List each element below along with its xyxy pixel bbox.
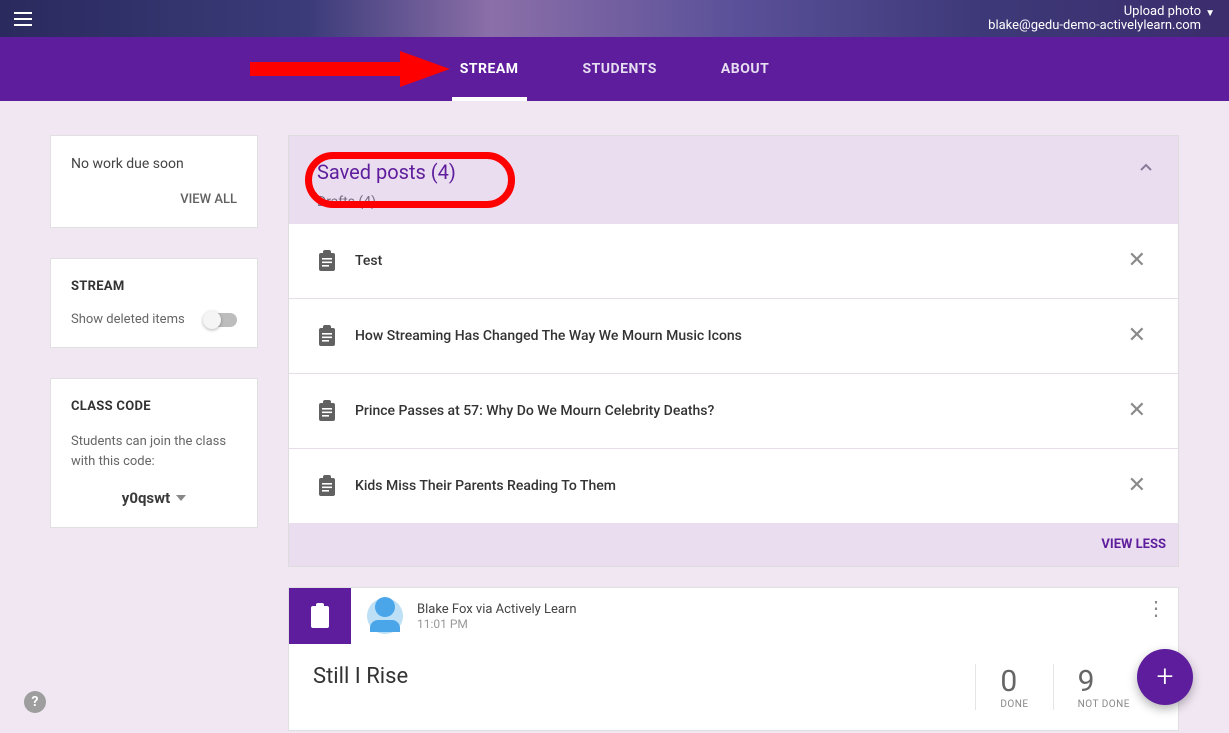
menu-icon[interactable] bbox=[14, 7, 38, 31]
view-all-button[interactable]: VIEW ALL bbox=[71, 192, 237, 207]
delete-draft-icon[interactable]: ✕ bbox=[1124, 396, 1150, 426]
view-less-button[interactable]: VIEW LESS bbox=[289, 523, 1178, 566]
help-icon[interactable]: ? bbox=[24, 691, 46, 713]
class-code-title: CLASS CODE bbox=[71, 399, 237, 414]
show-deleted-label: Show deleted items bbox=[71, 312, 185, 327]
account-area[interactable]: Upload photo blake@gedu-demo-activelylea… bbox=[988, 5, 1215, 33]
class-banner: Upload photo blake@gedu-demo-activelylea… bbox=[0, 0, 1229, 37]
notdone-count: 9 bbox=[1078, 664, 1130, 699]
done-count: 0 bbox=[1000, 664, 1028, 699]
upload-photo-link[interactable]: Upload photo bbox=[1124, 5, 1201, 19]
stream-settings-card: STREAM Show deleted items bbox=[50, 258, 258, 348]
collapse-icon[interactable] bbox=[1138, 160, 1154, 180]
account-dropdown-icon[interactable]: ▼ bbox=[1205, 7, 1215, 21]
no-work-text: No work due soon bbox=[71, 156, 237, 172]
tab-students[interactable]: STUDENTS bbox=[575, 37, 665, 101]
stream-settings-title: STREAM bbox=[71, 279, 237, 294]
sidebar: No work due soon VIEW ALL STREAM Show de… bbox=[50, 135, 258, 528]
delete-draft-icon[interactable]: ✕ bbox=[1124, 246, 1150, 276]
draft-row[interactable]: How Streaming Has Changed The Way We Mou… bbox=[289, 299, 1178, 374]
done-stat[interactable]: 0 DONE bbox=[975, 664, 1052, 710]
saved-posts-title[interactable]: Saved posts (4) bbox=[317, 160, 456, 184]
main-content: Saved posts (4) Drafts (4) Test ✕ How Stre… bbox=[288, 135, 1179, 731]
avatar bbox=[367, 598, 403, 634]
post-more-icon[interactable]: ⋮ bbox=[1134, 588, 1178, 644]
delete-draft-icon[interactable]: ✕ bbox=[1124, 471, 1150, 501]
draft-title: How Streaming Has Changed The Way We Mou… bbox=[355, 328, 1106, 344]
draft-row[interactable]: Prince Passes at 57: Why Do We Mourn Cel… bbox=[289, 374, 1178, 449]
post-time: 11:01 PM bbox=[417, 617, 577, 631]
plus-icon: + bbox=[1157, 662, 1174, 692]
assignment-post[interactable]: Blake Fox via Actively Learn 11:01 PM ⋮ … bbox=[288, 587, 1179, 731]
create-post-fab[interactable]: + bbox=[1137, 649, 1193, 705]
drafts-label: Drafts (4) bbox=[289, 190, 1178, 224]
post-title: Still I Rise bbox=[313, 664, 408, 689]
tab-about[interactable]: ABOUT bbox=[713, 37, 777, 101]
draft-row[interactable]: Kids Miss Their Parents Reading To Them ✕ bbox=[289, 449, 1178, 523]
tab-stream[interactable]: STREAM bbox=[452, 37, 527, 101]
assignment-icon bbox=[289, 588, 351, 644]
draft-title: Test bbox=[355, 253, 1106, 269]
upcoming-card: No work due soon VIEW ALL bbox=[50, 135, 258, 228]
draft-title: Prince Passes at 57: Why Do We Mourn Cel… bbox=[355, 403, 1106, 419]
saved-posts-panel: Saved posts (4) Drafts (4) Test ✕ How Stre… bbox=[288, 135, 1179, 567]
notdone-label: NOT DONE bbox=[1078, 699, 1130, 710]
user-email: blake@gedu-demo-activelylearn.com bbox=[988, 19, 1201, 33]
class-code-desc: Students can join the class with this co… bbox=[71, 432, 237, 471]
delete-draft-icon[interactable]: ✕ bbox=[1124, 321, 1150, 351]
class-code-dropdown[interactable]: y0qswt bbox=[71, 489, 237, 507]
post-author: Blake Fox via Actively Learn bbox=[417, 602, 577, 617]
tabs-bar: STREAM STUDENTS ABOUT bbox=[0, 37, 1229, 101]
class-code-value: y0qswt bbox=[122, 489, 170, 507]
chevron-down-icon bbox=[176, 495, 186, 501]
show-deleted-toggle[interactable] bbox=[205, 313, 237, 327]
draft-row[interactable]: Test ✕ bbox=[289, 224, 1178, 299]
class-code-card: CLASS CODE Students can join the class w… bbox=[50, 378, 258, 528]
annotation-arrow bbox=[250, 49, 450, 89]
done-label: DONE bbox=[1000, 699, 1028, 710]
draft-title: Kids Miss Their Parents Reading To Them bbox=[355, 478, 1106, 494]
